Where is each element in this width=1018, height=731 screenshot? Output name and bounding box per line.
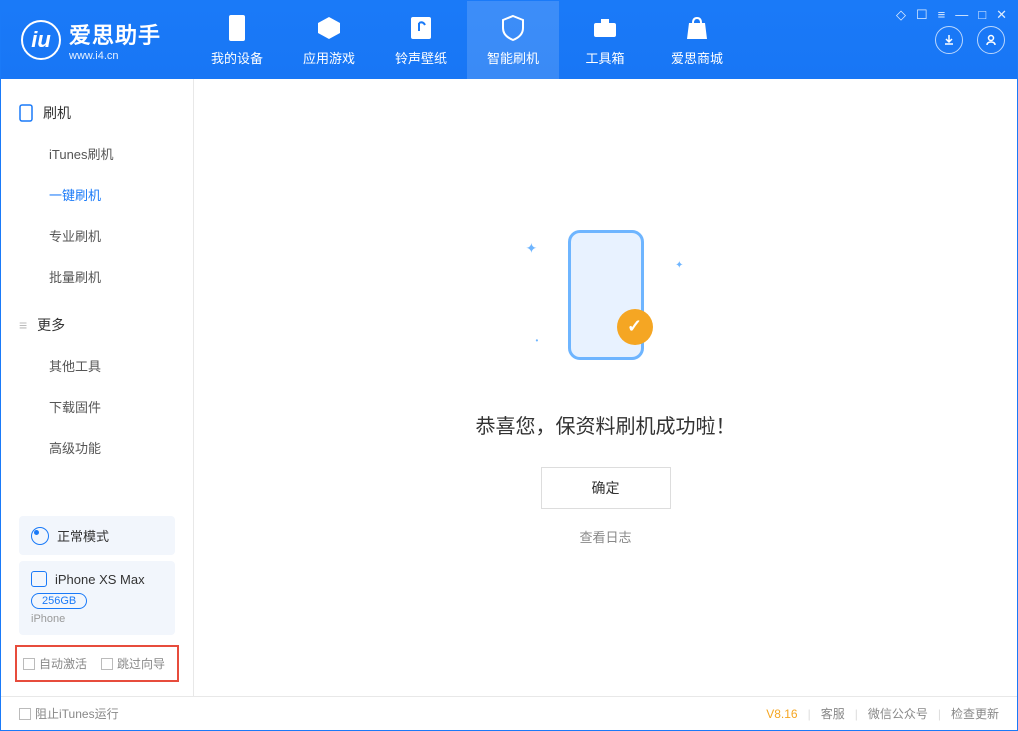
check-badge-icon: ✓: [617, 309, 653, 345]
confirm-button[interactable]: 确定: [541, 467, 671, 509]
sidebar-item-pro-flash[interactable]: 专业刷机: [1, 215, 193, 256]
app-window: ◇ ☐ ≡ — □ ✕ iu 爱思助手 www.i4.cn 我的设备 应用游戏: [0, 0, 1018, 731]
view-log-link[interactable]: 查看日志: [579, 527, 631, 546]
phone-illustration: ✓: [568, 230, 644, 360]
download-button[interactable]: [935, 26, 963, 54]
sidebar-item-advanced[interactable]: 高级功能: [1, 427, 193, 468]
footer-link-wechat[interactable]: 微信公众号: [868, 705, 928, 722]
sidebar-item-onekey-flash[interactable]: 一键刷机: [1, 174, 193, 215]
app-subtitle: www.i4.cn: [69, 50, 161, 62]
device-name: iPhone XS Max: [55, 572, 145, 587]
sidebar-item-download-firmware[interactable]: 下载固件: [1, 386, 193, 427]
header-right: [935, 26, 1005, 54]
maximize-icon[interactable]: □: [978, 7, 986, 23]
mode-card[interactable]: 正常模式: [19, 516, 175, 555]
bag-icon: [683, 14, 711, 42]
app-title: 爱思助手: [69, 18, 161, 50]
sparkle-icon: ✦: [675, 260, 683, 271]
body: 刷机 iTunes刷机 一键刷机 专业刷机 批量刷机 ≡ 更多 其他工具 下载固…: [1, 79, 1017, 696]
footer: 阻止iTunes运行 V8.16 | 客服 | 微信公众号 | 检查更新: [1, 696, 1017, 730]
tab-apps-games[interactable]: 应用游戏: [283, 1, 375, 79]
music-icon: [407, 14, 435, 42]
sidebar: 刷机 iTunes刷机 一键刷机 专业刷机 批量刷机 ≡ 更多 其他工具 下载固…: [1, 79, 194, 696]
checkbox-auto-activate[interactable]: 自动激活: [23, 655, 87, 672]
shield-icon: [499, 14, 527, 42]
checkbox-icon: [101, 658, 113, 670]
tab-ringtones[interactable]: 铃声壁纸: [375, 1, 467, 79]
mode-icon: [31, 527, 49, 545]
shirt-icon[interactable]: ◇: [896, 7, 906, 23]
user-button[interactable]: [977, 26, 1005, 54]
lock-icon[interactable]: ☐: [916, 7, 928, 23]
success-message: 恭喜您，保资料刷机成功啦！: [476, 410, 736, 439]
sidebar-item-itunes-flash[interactable]: iTunes刷机: [1, 133, 193, 174]
device-small-icon: [19, 104, 33, 122]
storage-badge: 256GB: [31, 593, 87, 609]
checkbox-highlight-box: 自动激活 跳过向导: [15, 645, 179, 682]
version-label: V8.16: [766, 707, 797, 721]
tab-my-device[interactable]: 我的设备: [191, 1, 283, 79]
nav-tabs: 我的设备 应用游戏 铃声壁纸 智能刷机 工具箱 爱思商城: [191, 1, 743, 79]
sidebar-section-more: ≡ 更多: [1, 305, 193, 345]
sparkle-icon: •: [536, 336, 539, 345]
cube-icon: [315, 14, 343, 42]
logo: iu 爱思助手 www.i4.cn: [21, 18, 191, 62]
checkbox-icon: [19, 708, 31, 720]
device-icon: [31, 571, 47, 587]
device-type: iPhone: [31, 613, 65, 625]
menu-icon[interactable]: ≡: [938, 7, 946, 23]
list-icon: ≡: [19, 317, 27, 333]
checkbox-skip-guide[interactable]: 跳过向导: [101, 655, 165, 672]
sidebar-item-other-tools[interactable]: 其他工具: [1, 345, 193, 386]
main-content: ✦ ✦ • ✓ 恭喜您，保资料刷机成功啦！ 确定 查看日志: [194, 79, 1017, 696]
checkbox-icon: [23, 658, 35, 670]
logo-icon: iu: [21, 20, 61, 60]
device-card[interactable]: iPhone XS Max 256GB iPhone: [19, 561, 175, 635]
tab-toolbox[interactable]: 工具箱: [559, 1, 651, 79]
sparkle-icon: ✦: [526, 240, 538, 257]
checkbox-block-itunes[interactable]: 阻止iTunes运行: [19, 705, 119, 722]
minimize-icon[interactable]: —: [955, 7, 968, 23]
footer-link-support[interactable]: 客服: [821, 705, 845, 722]
sidebar-section-flash: 刷机: [1, 93, 193, 133]
close-icon[interactable]: ✕: [996, 7, 1007, 23]
sidebar-item-batch-flash[interactable]: 批量刷机: [1, 256, 193, 297]
footer-link-update[interactable]: 检查更新: [951, 705, 999, 722]
window-controls: ◇ ☐ ≡ — □ ✕: [896, 7, 1007, 23]
tab-store[interactable]: 爱思商城: [651, 1, 743, 79]
tab-flash[interactable]: 智能刷机: [467, 1, 559, 79]
toolbox-icon: [591, 14, 619, 42]
success-illustration: ✦ ✦ • ✓: [546, 230, 666, 380]
header: iu 爱思助手 www.i4.cn 我的设备 应用游戏 铃声壁纸 智能刷机: [1, 1, 1017, 79]
phone-icon: [223, 14, 251, 42]
